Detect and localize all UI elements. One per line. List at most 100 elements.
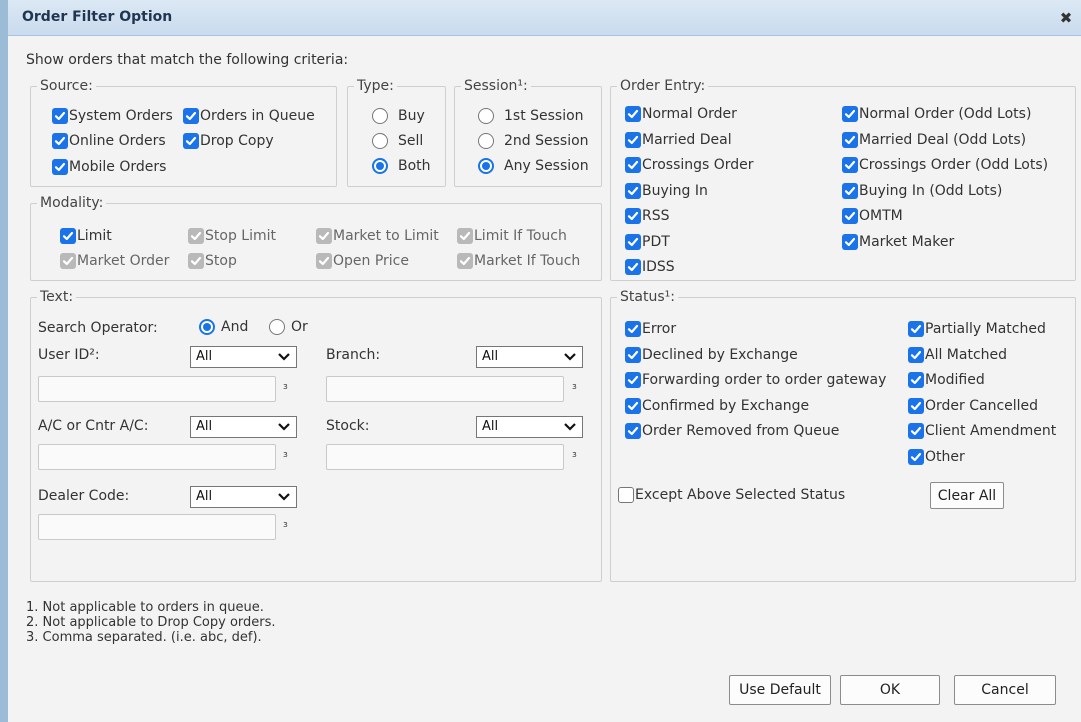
footnote-3: 3. Comma separated. (i.e. abc, def).	[26, 630, 262, 645]
status-declined-by-exchange-checkbox[interactable]: Declined by Exchange	[625, 346, 798, 363]
clear-all-button[interactable]: Clear All	[930, 482, 1004, 509]
order-filter-dialog: Order Filter Option ✖ Show orders that m…	[0, 0, 1081, 722]
branch-select-value: All	[482, 349, 499, 364]
except-status-checkbox[interactable]: Except Above Selected Status	[618, 487, 845, 503]
session-1st-session-radio[interactable]: 1st Session	[478, 108, 584, 124]
status-modified-checkbox[interactable]: Modified	[908, 372, 985, 388]
dealer-code-select-value: All	[196, 489, 213, 504]
chevron-down-icon	[564, 423, 576, 431]
status-error-checkbox[interactable]: Error	[625, 321, 676, 337]
modality-open-price-checkbox-label: Open Price	[333, 253, 409, 269]
user-id-label: User ID²:	[38, 347, 100, 363]
status-client-amendment-checkbox-label: Client Amendment	[925, 423, 1057, 439]
operator-or-radio[interactable]: Or	[269, 319, 308, 335]
checkbox-box	[618, 487, 634, 503]
order-entry-idss-checkbox-label: IDSS	[642, 259, 675, 275]
operator-and-label: And	[221, 319, 249, 335]
checkmark-icon	[52, 159, 68, 175]
order-entry-normal-order-odd-lots-checkbox-label: Normal Order (Odd Lots)	[859, 106, 1032, 122]
type-sell-radio[interactable]: Sell	[372, 133, 423, 149]
close-button[interactable]: ✖	[1057, 9, 1075, 27]
checkmark-icon	[625, 346, 641, 363]
source-drop-copy-checkbox[interactable]: Drop Copy	[183, 133, 274, 149]
source-orders-in-queue-checkbox[interactable]: Orders in Queue	[183, 108, 315, 124]
status-forwarding-order-to-order-gateway-checkbox[interactable]: Forwarding order to order gateway	[625, 372, 886, 388]
order-entry-crossings-order-odd-lots-checkbox-label: Crossings Order (Odd Lots)	[859, 157, 1049, 173]
source-mobile-orders-checkbox[interactable]: Mobile Orders	[52, 159, 166, 175]
ok-button[interactable]: OK	[840, 675, 940, 705]
modality-stop-checkbox-label: Stop	[205, 253, 237, 269]
type-both-radio[interactable]: Both	[372, 158, 431, 174]
source-system-orders-checkbox[interactable]: System Orders	[52, 108, 173, 124]
modality-limit-checkbox[interactable]: Limit	[60, 228, 112, 244]
use-default-button[interactable]: Use Default	[729, 675, 831, 705]
status-all-matched-checkbox-label: All Matched	[925, 346, 1008, 363]
checkmark-icon	[316, 253, 332, 269]
checkmark-icon	[625, 208, 641, 224]
status-order-cancelled-checkbox[interactable]: Order Cancelled	[908, 397, 1038, 414]
checkmark-icon	[60, 228, 76, 244]
user-id-select[interactable]: All	[190, 346, 297, 368]
checkmark-icon	[908, 448, 924, 465]
status-client-amendment-checkbox[interactable]: Client Amendment	[908, 423, 1056, 439]
type-buy-radio[interactable]: Buy	[372, 108, 425, 124]
order-entry-normal-order-odd-lots-checkbox[interactable]: Normal Order (Odd Lots)	[842, 106, 1031, 122]
order-entry-buying-in-odd-lots-checkbox-label: Buying In (Odd Lots)	[859, 182, 1003, 199]
chevron-down-icon	[564, 353, 576, 361]
session-2nd-session-radio[interactable]: 2nd Session	[478, 133, 589, 149]
order-entry-idss-checkbox[interactable]: IDSS	[625, 259, 675, 275]
checkmark-icon	[625, 106, 641, 122]
dealer-code-input[interactable]	[38, 514, 276, 540]
order-entry-buying-in-checkbox-label: Buying In	[642, 182, 708, 199]
order-entry-rss-checkbox[interactable]: RSS	[625, 208, 670, 224]
type-buy-radio-label: Buy	[398, 108, 425, 124]
session-any-session-radio-label: Any Session	[504, 158, 589, 174]
status-partially-matched-checkbox[interactable]: Partially Matched	[908, 321, 1046, 337]
branch-input[interactable]	[326, 376, 564, 402]
checkmark-icon	[842, 233, 858, 250]
stock-select[interactable]: All	[476, 416, 583, 438]
modality-legend: Modality:	[40, 195, 104, 211]
order-entry-married-deal-odd-lots-checkbox-label: Married Deal (Odd Lots)	[859, 131, 1027, 148]
chevron-down-icon	[278, 423, 290, 431]
order-entry-buying-in-odd-lots-checkbox[interactable]: Buying In (Odd Lots)	[842, 182, 1003, 199]
checkmark-icon	[908, 346, 924, 363]
status-confirmed-by-exchange-checkbox[interactable]: Confirmed by Exchange	[625, 397, 809, 414]
stock-input[interactable]	[326, 444, 564, 470]
order-entry-crossings-order-odd-lots-checkbox[interactable]: Crossings Order (Odd Lots)	[842, 157, 1048, 173]
session-any-session-radio[interactable]: Any Session	[478, 158, 589, 174]
dealer-code-select[interactable]: All	[190, 486, 297, 508]
checkmark-icon	[908, 321, 924, 337]
order-entry-married-deal-odd-lots-checkbox[interactable]: Married Deal (Odd Lots)	[842, 131, 1027, 148]
title-bar: Order Filter Option ✖	[8, 0, 1081, 36]
user-id-select-value: All	[196, 349, 213, 364]
order-entry-market-maker-checkbox[interactable]: Market Maker	[842, 233, 954, 250]
order-entry-omtm-checkbox[interactable]: OMTM	[842, 208, 903, 224]
operator-and-radio[interactable]: And	[199, 319, 248, 335]
status-other-checkbox[interactable]: Other	[908, 448, 965, 465]
checkmark-icon	[625, 321, 641, 337]
modality-limit-if-touch-checkbox-label: Limit If Touch	[474, 228, 567, 244]
order-entry-pdt-checkbox[interactable]: PDT	[625, 233, 670, 250]
ac-input[interactable]	[38, 444, 276, 470]
order-entry-buying-in-checkbox[interactable]: Buying In	[625, 182, 708, 199]
modality-limit-checkbox-label: Limit	[77, 228, 112, 244]
order-entry-married-deal-checkbox[interactable]: Married Deal	[625, 131, 732, 148]
order-entry-normal-order-checkbox[interactable]: Normal Order	[625, 106, 737, 122]
user-id-input[interactable]	[38, 376, 276, 402]
source-online-orders-checkbox[interactable]: Online Orders	[52, 133, 166, 149]
ac-select[interactable]: All	[190, 416, 297, 438]
source-legend: Source:	[40, 78, 93, 94]
order-entry-crossings-order-checkbox[interactable]: Crossings Order	[625, 157, 754, 173]
ac-label: A/C or Cntr A/C:	[38, 418, 149, 434]
radio-dot	[478, 133, 494, 149]
radio-dot	[372, 158, 388, 174]
modality-market-to-limit-checkbox: Market to Limit	[316, 228, 439, 244]
branch-select[interactable]: All	[476, 346, 583, 368]
modality-market-order-checkbox: Market Order	[60, 253, 169, 269]
checkmark-icon	[625, 131, 641, 148]
status-order-removed-from-queue-checkbox[interactable]: Order Removed from Queue	[625, 423, 839, 439]
status-all-matched-checkbox[interactable]: All Matched	[908, 346, 1008, 363]
footnote-3-marker: з	[283, 450, 288, 460]
cancel-button[interactable]: Cancel	[954, 675, 1056, 705]
